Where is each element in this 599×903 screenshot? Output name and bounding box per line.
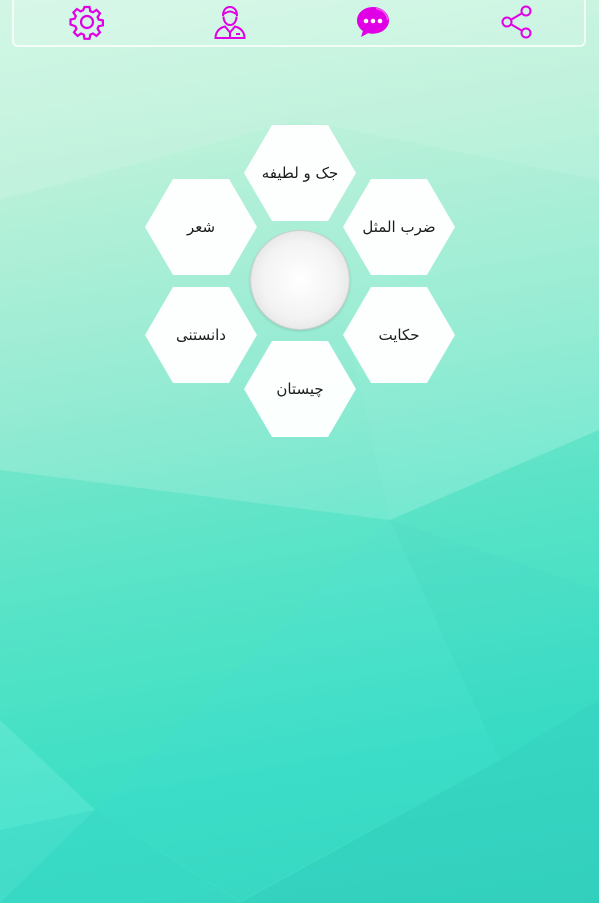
menu-item-facts[interactable]: دانستنی [145,287,257,383]
profile-button[interactable] [208,0,252,44]
chat-bubble-icon [357,7,389,37]
top-toolbar [12,0,586,47]
user-icon [214,5,246,39]
menu-item-label: دانستنی [176,326,226,344]
menu-item-label: جک و لطیفه [261,164,339,182]
menu-item-label: حکایت [378,326,420,344]
menu-item-jokes[interactable]: جک و لطیفه [244,125,356,221]
menu-item-label: ضرب المثل [362,218,436,236]
share-icon [501,5,532,39]
center-button[interactable] [251,231,349,329]
menu-item-label: شعر [186,218,216,236]
gear-icon [69,5,104,40]
share-button[interactable] [495,0,539,44]
menu-item-poetry[interactable]: شعر [145,179,257,275]
menu-item-stories[interactable]: حکایت [343,287,455,383]
menu-item-proverbs[interactable]: ضرب المثل [343,179,455,275]
menu-item-label: چیستان [276,380,324,398]
chat-button[interactable] [351,0,395,44]
menu-item-riddles[interactable]: چیستان [244,341,356,437]
settings-button[interactable] [65,0,109,44]
